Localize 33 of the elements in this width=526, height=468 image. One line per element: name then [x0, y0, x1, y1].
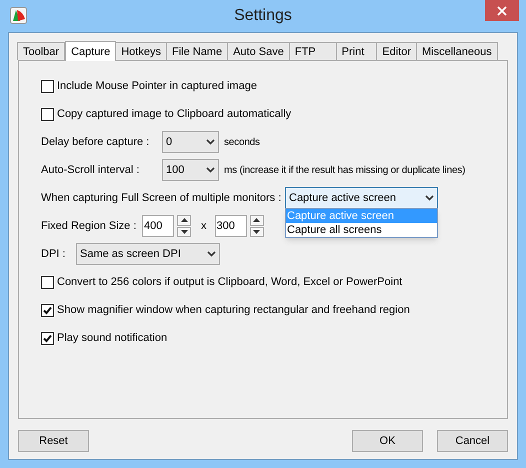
- window-title: Settings: [234, 6, 292, 26]
- tab[interactable]: Toolbar: [17, 42, 66, 60]
- width-input[interactable]: 400: [142, 215, 174, 237]
- tab[interactable]: Editor: [376, 42, 418, 60]
- tab[interactable]: Miscellaneous: [416, 42, 498, 60]
- times-label: x: [201, 218, 206, 234]
- dropdown-select[interactable]: 0: [162, 131, 219, 153]
- field-label: DPI :: [41, 246, 66, 262]
- checkbox-label: Include Mouse Pointer in captured image: [57, 78, 257, 94]
- checkbox-label: Convert to 256 colors if output is Clipboard, Word, Excel or PowerPoint: [57, 274, 402, 290]
- checkbox-label: Show magnifier window when capturing rectangular and freehand region: [57, 302, 410, 318]
- dropdown-select[interactable]: Capture active screen: [285, 187, 438, 209]
- dropdown-option[interactable]: Capture all screens: [286, 223, 437, 237]
- tab[interactable]: File Name: [166, 42, 228, 60]
- unit-label: seconds: [224, 136, 260, 150]
- tab[interactable]: Capture: [65, 41, 116, 61]
- dialog-button[interactable]: OK: [352, 430, 423, 452]
- height-input[interactable]: 300: [214, 215, 246, 237]
- dialog-button[interactable]: Cancel: [437, 430, 508, 452]
- checkbox-label: Play sound notification: [57, 330, 168, 346]
- dialog-button[interactable]: Reset: [18, 430, 89, 452]
- tab[interactable]: Auto Save: [227, 42, 290, 60]
- field-label: Auto-Scroll interval :: [41, 162, 140, 178]
- tab[interactable]: Print: [336, 42, 378, 60]
- field-label: When capturing Full Screen of multiple monitors :: [41, 190, 282, 206]
- unit-label: ms (increase it if the result has missing or duplicate lines): [224, 164, 466, 178]
- dropdown-select[interactable]: Same as screen DPI: [76, 243, 220, 265]
- tab[interactable]: FTP: [288, 42, 337, 60]
- tab[interactable]: Hotkeys: [115, 42, 167, 60]
- dropdown-select[interactable]: 100: [162, 159, 219, 181]
- checkbox-label: Copy captured image to Clipboard automatically: [57, 106, 292, 122]
- field-label: Fixed Region Size :: [41, 218, 138, 234]
- field-label: Delay before capture :: [41, 134, 150, 150]
